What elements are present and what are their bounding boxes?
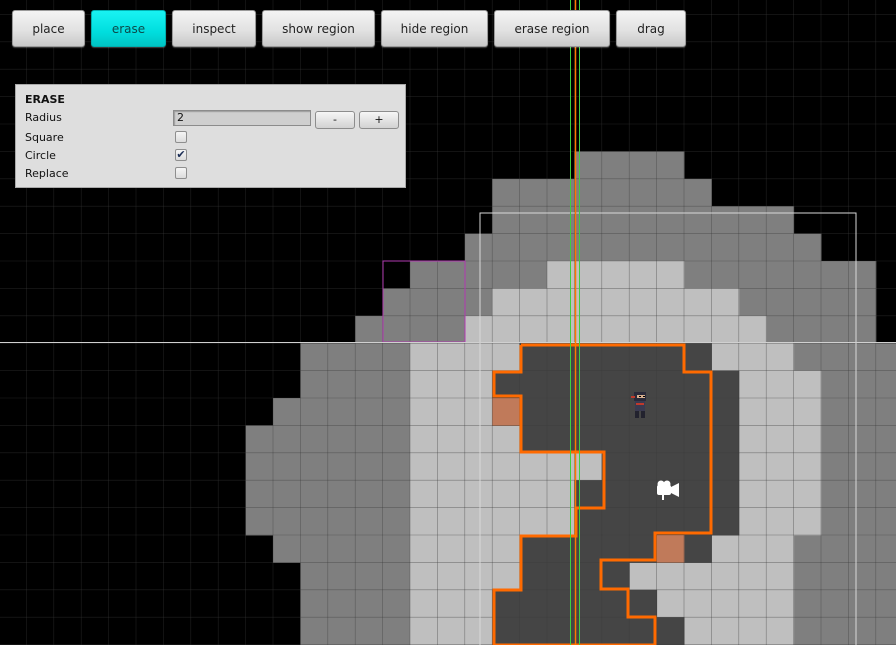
stone-tile-light [492,288,740,317]
stone-tile [492,206,795,235]
radius-label: Radius [25,111,62,124]
floor-tile [601,452,740,481]
radius-minus-button[interactable]: - [315,111,355,129]
stone-tile-light [547,261,685,289]
place-button[interactable]: place [12,10,85,47]
radius-plus-button[interactable]: + [359,111,399,129]
floor-tile [492,398,740,426]
inspect-button[interactable]: inspect [172,10,256,47]
stone-tile-light [464,315,767,344]
circle-checkbox[interactable]: ✔ [175,149,187,161]
hide-region-button[interactable]: hide region [381,10,488,47]
highlighted-tile [492,398,521,426]
stone-tile [464,233,822,262]
panel-title: ERASE [25,93,65,106]
circle-label: Circle [25,149,56,162]
square-checkbox[interactable] [175,131,187,143]
show-region-button[interactable]: show region [262,10,375,47]
floor-tile [492,370,740,399]
replace-label: Replace [25,167,69,180]
square-label: Square [25,131,64,144]
highlighted-tile [656,535,685,563]
erase-button[interactable]: erase [91,10,166,47]
drag-button[interactable]: drag [616,10,686,47]
replace-checkbox[interactable] [175,167,187,179]
erase-options-panel: ERASE Radius 2 - + Square Circle ✔ Repla… [15,84,406,188]
radius-input[interactable]: 2 [173,110,311,126]
erase-region-button[interactable]: erase region [494,10,610,47]
